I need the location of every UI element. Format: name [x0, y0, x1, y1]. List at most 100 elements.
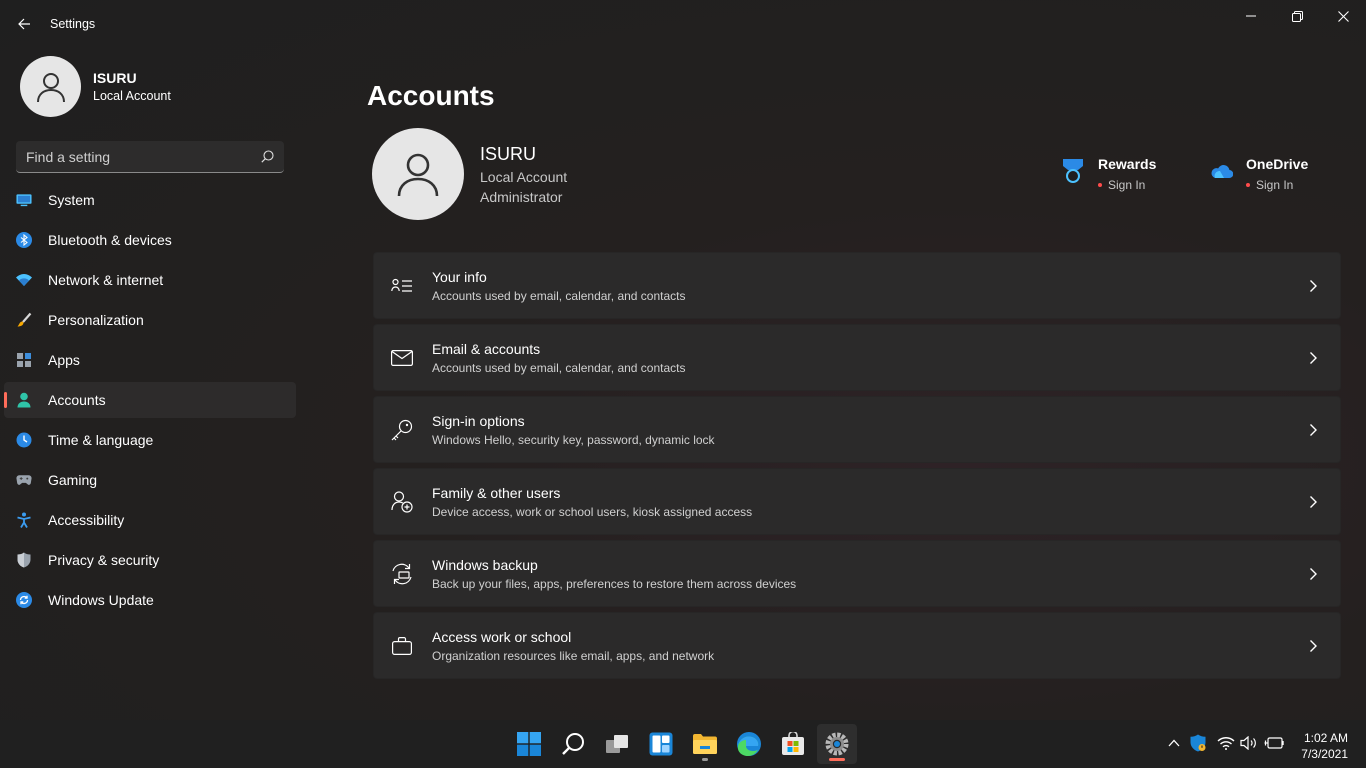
battery-plug-icon — [1264, 737, 1284, 749]
card-your-info[interactable]: Your info Accounts used by email, calend… — [373, 252, 1341, 319]
battery-tray-button[interactable] — [1263, 732, 1285, 754]
taskbar-store-button[interactable] — [773, 724, 813, 764]
taskbar-search-button[interactable] — [553, 724, 593, 764]
account-role: Administrator — [480, 188, 563, 205]
card-subtitle: Windows Hello, security key, password, d… — [432, 432, 715, 447]
card-family-other-users[interactable]: Family & other users Device access, work… — [373, 468, 1341, 535]
card-windows-backup[interactable]: Windows backup Back up your files, apps,… — [373, 540, 1341, 607]
taskbar-widgets-button[interactable] — [641, 724, 681, 764]
update-icon — [16, 592, 32, 608]
sidebar-profile[interactable]: ISURU Local Account — [20, 56, 171, 117]
sidebar-item-label: Bluetooth & devices — [48, 232, 172, 248]
edge-icon — [737, 732, 761, 756]
contact-card-icon — [391, 275, 413, 297]
sidebar-item-accessibility[interactable]: Accessibility — [4, 502, 296, 538]
card-subtitle: Back up your files, apps, preferences to… — [432, 576, 797, 591]
network-tray-button[interactable] — [1215, 732, 1237, 754]
search-icon — [562, 733, 584, 755]
person-icon — [16, 392, 32, 408]
clock-time: 1:02 AM — [1303, 731, 1348, 745]
sidebar-item-gaming[interactable]: Gaming — [4, 462, 296, 498]
backup-icon — [391, 563, 413, 585]
active-indicator — [829, 758, 845, 761]
sidebar-item-label: Apps — [48, 352, 80, 368]
clock-globe-icon — [16, 432, 32, 448]
bluetooth-icon — [16, 232, 32, 248]
search-placeholder: Find a setting — [26, 148, 111, 165]
chevron-right-icon — [1310, 640, 1317, 652]
briefcase-icon — [391, 635, 413, 657]
sidebar-item-label: Windows Update — [48, 592, 154, 608]
account-type: Local Account — [480, 168, 568, 185]
sidebar-item-system[interactable]: System — [4, 182, 296, 218]
user-icon — [36, 72, 65, 102]
sidebar-item-accounts[interactable]: Accounts — [4, 382, 296, 418]
search-input[interactable]: Find a setting — [16, 141, 284, 173]
status-dot — [1246, 183, 1250, 187]
chevron-right-icon — [1310, 568, 1317, 580]
card-title: Your info — [432, 268, 487, 285]
taskbar-task-view-button[interactable] — [597, 724, 637, 764]
add-person-icon — [391, 490, 413, 513]
settings-card-list: Your info Accounts used by email, calend… — [373, 252, 1341, 684]
card-access-work-school[interactable]: Access work or school Organization resou… — [373, 612, 1341, 679]
key-icon — [391, 419, 413, 441]
sidebar-item-label: System — [48, 192, 95, 208]
volume-tray-button[interactable] — [1238, 732, 1260, 754]
gamepad-icon — [16, 472, 32, 488]
apps-icon — [16, 352, 32, 368]
card-title: Email & accounts — [432, 340, 541, 357]
onedrive-title: OneDrive — [1246, 156, 1309, 172]
chevron-right-icon — [1310, 424, 1317, 436]
sidebar-nav: System Bluetooth & devices Network & int… — [4, 182, 296, 622]
sidebar-item-network[interactable]: Network & internet — [4, 262, 296, 298]
account-avatar[interactable] — [372, 128, 464, 220]
sidebar-item-label: Privacy & security — [48, 552, 160, 568]
security-shield-icon — [1190, 734, 1206, 752]
onedrive-service[interactable]: OneDrive Sign In — [1208, 156, 1308, 192]
sidebar-item-label: Network & internet — [48, 272, 164, 288]
restore-icon — [1291, 10, 1303, 22]
taskbar-clock[interactable]: 1:02 AM 7/3/2021 — [1301, 730, 1348, 762]
paintbrush-icon — [16, 312, 32, 328]
sidebar-item-time-language[interactable]: Time & language — [4, 422, 296, 458]
back-button[interactable] — [10, 10, 38, 38]
taskbar-file-explorer-button[interactable] — [685, 724, 725, 764]
card-email-accounts[interactable]: Email & accounts Accounts used by email,… — [373, 324, 1341, 391]
show-hidden-icons-button[interactable] — [1163, 732, 1185, 754]
sidebar-item-personalization[interactable]: Personalization — [4, 302, 296, 338]
close-button[interactable] — [1320, 0, 1366, 32]
clock-date: 7/3/2021 — [1301, 747, 1348, 761]
shield-icon — [16, 552, 32, 568]
sidebar-item-apps[interactable]: Apps — [4, 342, 296, 378]
chevron-right-icon — [1310, 496, 1317, 508]
card-title: Access work or school — [432, 628, 572, 645]
restore-button[interactable] — [1274, 0, 1320, 32]
sidebar-item-label: Accessibility — [48, 512, 125, 528]
account-header: ISURU Local Account Administrator — [372, 128, 567, 220]
rewards-icon — [1060, 158, 1086, 184]
taskbar-edge-button[interactable] — [729, 724, 769, 764]
onedrive-status: Sign In — [1256, 178, 1294, 192]
rewards-service[interactable]: Rewards Sign In — [1060, 156, 1156, 192]
sidebar-item-windows-update[interactable]: Windows Update — [4, 582, 296, 618]
onedrive-icon — [1208, 158, 1234, 184]
mail-icon — [391, 347, 413, 369]
taskbar-settings-button[interactable] — [817, 724, 857, 764]
security-tray-button[interactable] — [1187, 732, 1209, 754]
sidebar-item-privacy-security[interactable]: Privacy & security — [4, 542, 296, 578]
card-subtitle: Accounts used by email, calendar, and co… — [432, 360, 686, 375]
rewards-title: Rewards — [1098, 156, 1157, 172]
profile-name: ISURU — [93, 70, 137, 86]
rewards-status: Sign In — [1108, 178, 1146, 192]
user-icon — [397, 153, 439, 197]
card-sign-in-options[interactable]: Sign-in options Windows Hello, security … — [373, 396, 1341, 463]
minimize-button[interactable] — [1228, 0, 1274, 32]
account-name: ISURU — [480, 143, 537, 164]
chevron-right-icon — [1310, 280, 1317, 292]
status-dot — [1098, 183, 1102, 187]
close-icon — [1337, 10, 1349, 22]
chevron-up-icon — [1168, 739, 1180, 747]
taskbar-start-button[interactable] — [509, 724, 549, 764]
sidebar-item-bluetooth[interactable]: Bluetooth & devices — [4, 222, 296, 258]
